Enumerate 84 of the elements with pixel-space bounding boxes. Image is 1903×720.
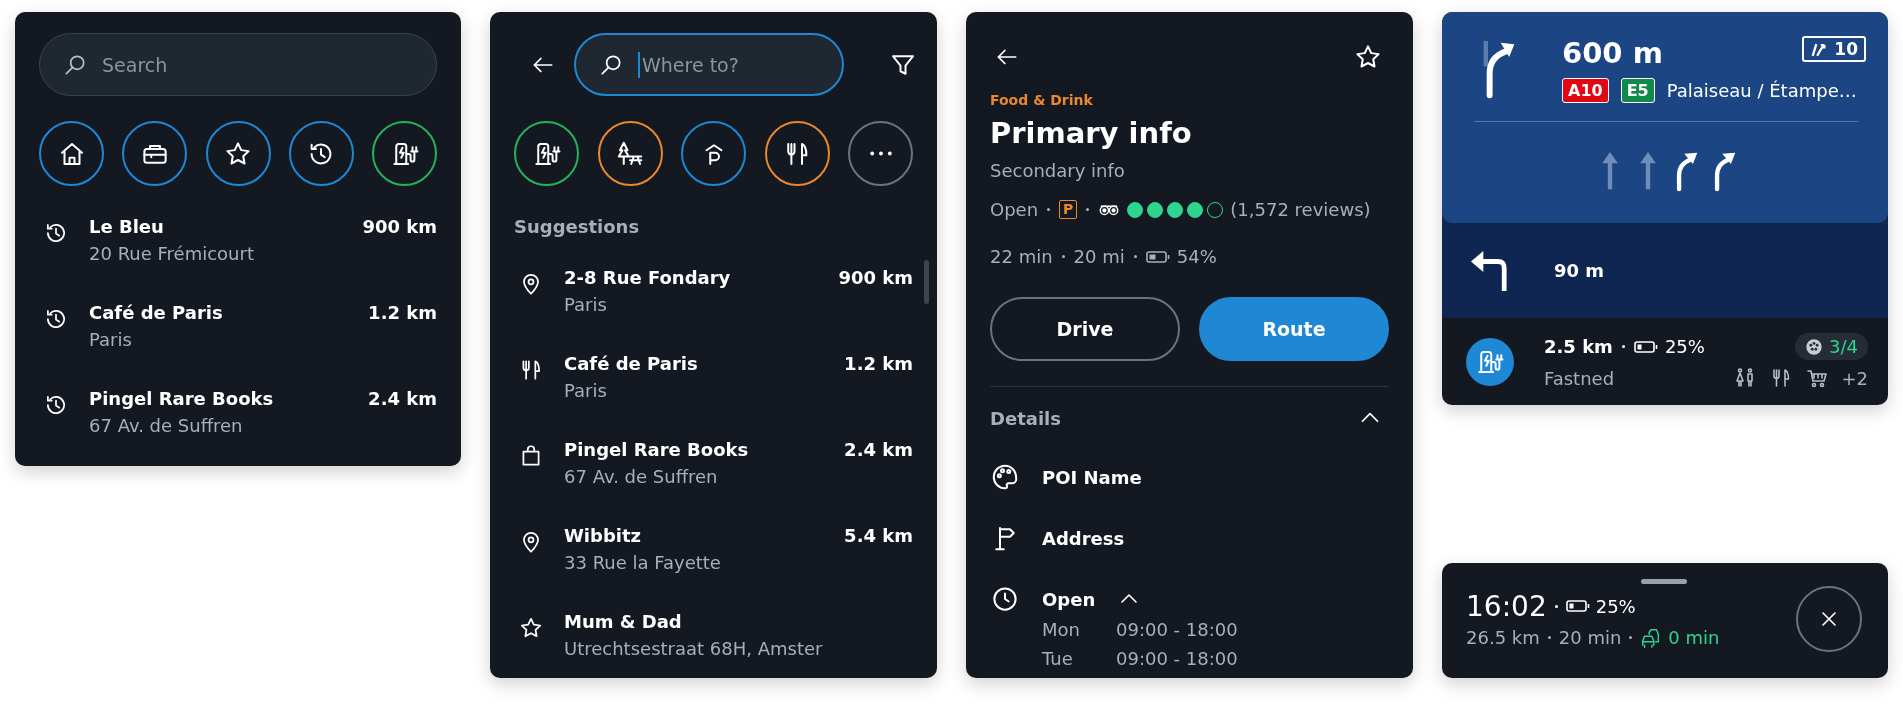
category-button[interactable]	[681, 121, 746, 186]
category-button[interactable]	[764, 121, 830, 186]
category-button[interactable]	[597, 121, 663, 186]
opening-hours: 09:00 - 18:00	[1116, 620, 1239, 641]
detail-label: POI Name	[1042, 466, 1142, 488]
charger-name: Fastned	[1544, 367, 1615, 389]
exit-number: 10	[1834, 39, 1858, 59]
arrival-time: 16:02	[1466, 589, 1547, 623]
more-amenities-count: +2	[1841, 367, 1868, 389]
search-input[interactable]: Where to?	[642, 53, 820, 76]
charger-distance: 2.5 km	[1544, 336, 1613, 357]
more-icon	[869, 151, 892, 156]
distance-label: 5.4 km	[844, 525, 913, 546]
owl-icon	[1098, 203, 1121, 216]
opening-hours: 09:00 - 18:00	[1116, 648, 1239, 670]
maneuver-distance: 600 m	[1562, 36, 1663, 70]
detail-label: Open	[1042, 588, 1096, 610]
close-button[interactable]	[1796, 586, 1862, 652]
place-name[interactable]: Le Bleu	[89, 216, 164, 237]
weekday-label: Mon	[1042, 620, 1081, 641]
battery-icon	[1633, 339, 1658, 354]
travel-time: 22 min	[990, 246, 1053, 267]
place-name[interactable]: Wibbitz	[564, 525, 642, 546]
distance-label: 900 km	[838, 267, 913, 288]
connector-icon	[1805, 337, 1824, 356]
distance-label: 1.2 km	[368, 302, 437, 323]
place-name[interactable]: Pingel Rare Books	[89, 388, 274, 409]
place-address: 67 Av. de Suffren	[89, 415, 243, 436]
road-shield: E5	[1620, 78, 1655, 103]
scrollbar[interactable]	[924, 260, 929, 304]
road-shield: A10	[1562, 78, 1609, 103]
battery-level: 54%	[1176, 246, 1217, 267]
place-address: Paris	[564, 380, 607, 401]
place-address: 67 Av. de Suffren	[564, 466, 718, 487]
place-name[interactable]: 2-8 Rue Fondary	[564, 267, 731, 288]
place-name[interactable]: Café de Paris	[89, 302, 223, 323]
place-subtitle: Secondary info	[990, 160, 1126, 181]
parking-badge: P	[1059, 200, 1078, 219]
drag-handle[interactable]	[1641, 579, 1687, 584]
section-heading: Details	[990, 407, 1061, 429]
route-button[interactable]: Route	[1199, 297, 1389, 361]
search-field[interactable]: Search	[39, 33, 437, 96]
trip-distance: 26.5 km	[1466, 627, 1540, 648]
clock-icon	[990, 584, 1020, 614]
place-address: 20 Rue Frémicourt	[89, 243, 254, 264]
distance-label: 900 km	[362, 216, 437, 237]
exit-icon	[1810, 41, 1829, 57]
next-maneuver-distance: 90 m	[1554, 260, 1605, 281]
section-heading: Suggestions	[514, 216, 641, 237]
shortcut-button[interactable]	[205, 121, 271, 186]
place-address: Utrechtsestraat 68H, Amster	[564, 638, 823, 659]
place-name[interactable]: Mum & Dad	[564, 611, 682, 632]
place-address: 33 Rue la Fayette	[564, 552, 721, 573]
category-label: Food & Drink	[990, 92, 1094, 108]
distance-label: 1.2 km	[844, 353, 913, 374]
detail-label: Address	[1042, 527, 1125, 549]
distance-label: 2.4 km	[844, 439, 913, 460]
category-button[interactable]	[514, 121, 579, 186]
search-input[interactable]: Search	[102, 53, 414, 76]
availability-count: 3/4	[1829, 336, 1858, 357]
battery-level: 25%	[1664, 336, 1705, 357]
battery-icon	[1565, 599, 1590, 613]
place-name[interactable]: Pingel Rare Books	[564, 439, 749, 460]
weekday-label: Tue	[1042, 648, 1074, 670]
place-address: Paris	[89, 329, 132, 350]
shortcut-button[interactable]	[372, 121, 437, 186]
shortcut-button[interactable]	[122, 121, 188, 186]
open-status: Open	[990, 199, 1039, 220]
palette-icon	[990, 462, 1020, 492]
trip-duration: 20 min	[1558, 627, 1622, 648]
traffic-delay: 0 min	[1668, 627, 1720, 648]
search-field[interactable]: Where to?	[574, 33, 844, 96]
review-count: (1,572 reviews)	[1230, 199, 1371, 220]
travel-distance: 20 mi	[1073, 246, 1125, 267]
battery-icon	[1145, 249, 1170, 264]
battery-level: 25%	[1595, 595, 1636, 617]
drive-button[interactable]: Drive	[990, 297, 1180, 361]
distance-label: 2.4 km	[368, 388, 437, 409]
shortcut-button[interactable]	[288, 121, 354, 186]
place-address: Paris	[564, 294, 607, 315]
place-title: Primary info	[990, 116, 1193, 150]
shortcut-button[interactable]	[39, 121, 104, 186]
direction-label: Palaiseau / Étampe…	[1666, 80, 1857, 101]
place-name[interactable]: Café de Paris	[564, 353, 698, 374]
